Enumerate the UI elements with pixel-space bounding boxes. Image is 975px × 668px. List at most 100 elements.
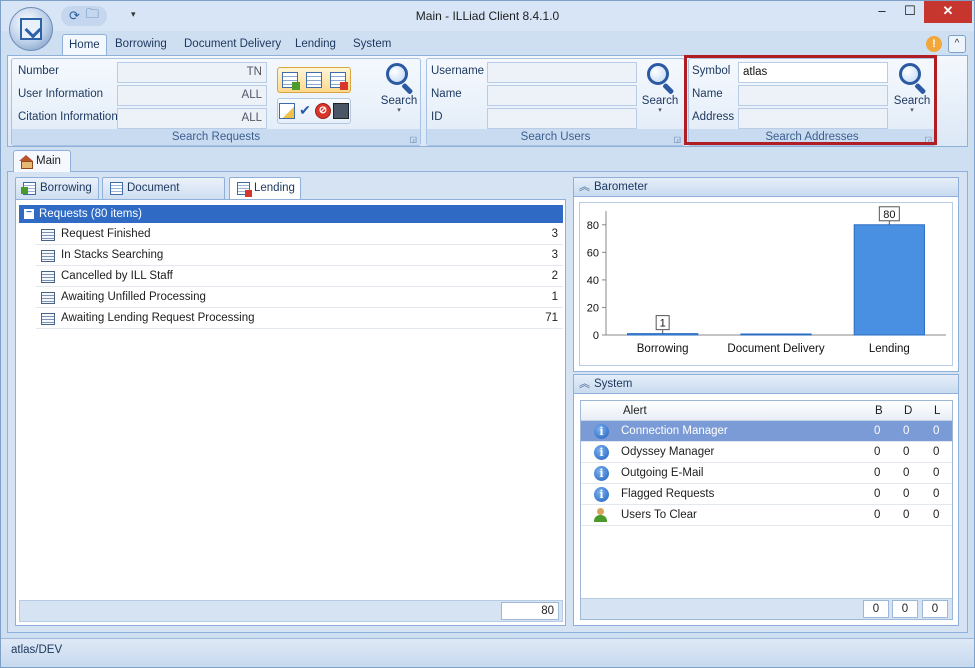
table-row[interactable]: Users To Clear 0 0 0 <box>581 505 952 526</box>
borrowing-icon <box>23 182 36 195</box>
barometer-header[interactable]: ︽ Barometer <box>573 177 959 197</box>
name-field[interactable] <box>487 85 637 106</box>
request-list-icon[interactable] <box>306 72 322 88</box>
collapse-chevron-icon[interactable]: ︽ <box>579 375 590 393</box>
search-icon <box>897 63 927 93</box>
user-information-field[interactable]: ALL <box>117 85 267 106</box>
alert-d: 0 <box>903 484 909 505</box>
search-button-label: Search <box>637 95 683 107</box>
system-title: System <box>594 378 632 390</box>
tab-home[interactable]: Home <box>62 34 107 55</box>
alert-name: Users To Clear <box>621 505 697 526</box>
minimize-button[interactable]: – <box>868 1 896 23</box>
tab-document-delivery[interactable]: Document Delivery <box>178 34 287 55</box>
table-row[interactable]: i Connection Manager 0 0 0 <box>581 421 952 442</box>
citation-information-field[interactable]: ALL <box>117 108 267 129</box>
remove-request-icon[interactable] <box>330 72 346 88</box>
edit-note-icon[interactable] <box>279 103 295 119</box>
tab-system[interactable]: System <box>347 34 397 55</box>
alert-name: Flagged Requests <box>621 484 714 505</box>
queue-count: 71 <box>545 308 558 329</box>
number-label: Number <box>18 65 59 77</box>
search-addresses-button[interactable]: Search ▾ <box>889 61 935 123</box>
queue-tab-label: Borrowing <box>40 182 92 194</box>
queue-icon <box>41 271 55 283</box>
queue-count: 2 <box>552 266 558 287</box>
list-item[interactable]: Request Finished 3 <box>36 224 563 245</box>
y-tick-label: 0 <box>593 330 599 342</box>
alert-name: Connection Manager <box>621 421 728 442</box>
barometer-chart-svg: 020406080Borrowing1Document DeliveryLend… <box>580 203 952 365</box>
search-icon <box>645 63 675 93</box>
list-item[interactable]: Cancelled by ILL Staff 2 <box>36 266 563 287</box>
search-addresses-caption: Search Addresses <box>765 131 858 143</box>
list-item[interactable]: In Stacks Searching 3 <box>36 245 563 266</box>
tab-lending[interactable]: Lending <box>289 34 342 55</box>
requests-group-row[interactable]: − Requests (80 items) <box>19 205 563 223</box>
table-row[interactable]: i Odyssey Manager 0 0 0 <box>581 442 952 463</box>
system-grid-header: Alert B D L <box>581 401 952 421</box>
search-users-group: Username Name ID Search ▾ Search Users ◲ <box>426 58 685 146</box>
column-d[interactable]: D <box>904 401 912 421</box>
total-d: 0 <box>892 600 918 618</box>
name-field[interactable] <box>738 85 888 106</box>
address-label: Address <box>692 111 734 123</box>
list-item[interactable]: Awaiting Lending Request Processing 71 <box>36 308 563 329</box>
system-header[interactable]: ︽ System <box>573 374 959 394</box>
search-users-button[interactable]: Search ▾ <box>637 61 683 123</box>
bar <box>741 334 811 335</box>
lending-icon <box>237 182 250 195</box>
username-field[interactable] <box>487 62 637 83</box>
id-field[interactable] <box>487 108 637 129</box>
collapse-chevron-icon[interactable]: ︽ <box>579 178 590 196</box>
queue-tab-lending[interactable]: Lending <box>229 177 301 201</box>
alert-b: 0 <box>874 484 880 505</box>
dialog-launcher-icon[interactable]: ◲ <box>924 132 932 148</box>
request-actions-top <box>277 67 351 93</box>
help-icon[interactable]: ! <box>926 36 942 52</box>
group-caption: Search Requests ◲ <box>12 129 420 145</box>
cancel-icon[interactable]: ⊘ <box>315 103 331 119</box>
queue-label: Cancelled by ILL Staff <box>61 266 173 287</box>
system-footer: 0 0 0 <box>581 598 952 619</box>
ribbon-minimize-button[interactable]: ^ <box>948 35 966 53</box>
list-item[interactable]: Awaiting Unfilled Processing 1 <box>36 287 563 308</box>
queue-label: Request Finished <box>61 224 151 245</box>
symbol-field[interactable]: atlas <box>738 62 888 83</box>
queue-tab-borrowing[interactable]: Borrowing <box>15 177 99 199</box>
ribbon-tabs: Home Borrowing Document Delivery Lending… <box>1 31 974 55</box>
table-row[interactable]: i Flagged Requests 0 0 0 <box>581 484 952 505</box>
dialog-launcher-icon[interactable]: ◲ <box>673 132 681 148</box>
column-b[interactable]: B <box>875 401 883 421</box>
search-requests-group: Number TN User Information ALL Citation … <box>11 58 421 146</box>
new-borrowing-icon[interactable] <box>282 72 298 88</box>
system-alerts-grid: Alert B D L i Connection Manager 0 0 0 i… <box>580 400 953 620</box>
queue-label: Awaiting Unfilled Processing <box>61 287 206 308</box>
x-tick-label: Document Delivery <box>727 343 824 355</box>
info-icon: i <box>594 466 609 481</box>
request-queue-list: − Requests (80 items) Request Finished 3… <box>15 199 566 626</box>
collapse-icon[interactable]: − <box>24 209 34 219</box>
alert-name: Outgoing E-Mail <box>621 463 703 484</box>
table-row[interactable]: i Outgoing E-Mail 0 0 0 <box>581 463 952 484</box>
queue-tab-document-delivery[interactable]: Document Delivery <box>102 177 225 199</box>
tab-main[interactable]: Main <box>13 150 71 172</box>
tab-borrowing[interactable]: Borrowing <box>109 34 173 55</box>
column-alert[interactable]: Alert <box>623 401 647 421</box>
application-menu-button[interactable] <box>9 7 53 51</box>
bar <box>628 334 698 335</box>
symbol-label: Symbol <box>692 65 730 77</box>
maximize-button[interactable]: ☐ <box>896 1 924 23</box>
queue-count: 1 <box>552 287 558 308</box>
column-l[interactable]: L <box>934 401 940 421</box>
search-requests-button[interactable]: Search ▾ <box>376 61 422 123</box>
dialog-launcher-icon[interactable]: ◲ <box>409 132 417 148</box>
requests-total: 80 <box>501 602 559 620</box>
checkmark-icon[interactable]: ✔ <box>297 103 313 119</box>
search-requests-caption: Search Requests <box>172 131 260 143</box>
address-field[interactable] <box>738 108 888 129</box>
status-text: atlas/DEV <box>11 644 62 656</box>
close-button[interactable]: ✕ <box>924 1 972 23</box>
print-icon[interactable] <box>333 103 349 119</box>
number-field[interactable]: TN <box>117 62 267 83</box>
